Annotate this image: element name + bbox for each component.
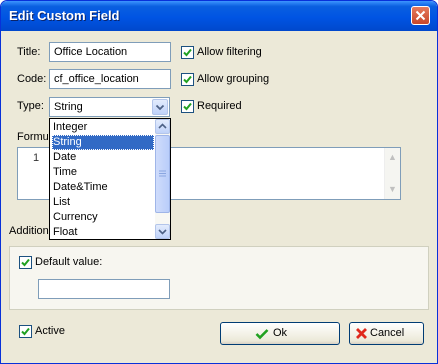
grip-icon — [159, 170, 166, 177]
cancel-button-label: Cancel — [370, 327, 405, 339]
type-select-dropdown-button[interactable] — [152, 99, 168, 115]
allow-grouping-label: Allow grouping — [197, 73, 270, 85]
cancel-button[interactable]: Cancel — [349, 322, 424, 345]
formula-label: Formul — [17, 131, 52, 143]
dropdown-scroll-thumb[interactable] — [155, 135, 170, 213]
scroll-up-arrow-icon[interactable]: ▲ — [385, 149, 400, 166]
type-dropdown-scrollbar[interactable] — [155, 119, 170, 239]
checkmark-icon — [255, 329, 269, 340]
type-option-date[interactable]: Date — [52, 150, 154, 165]
type-option-list[interactable]: List — [52, 195, 154, 210]
dropdown-scroll-up-button[interactable] — [155, 119, 170, 134]
title-label: Title: — [17, 46, 41, 58]
type-select-value: String — [54, 101, 83, 113]
active-checkbox[interactable] — [19, 325, 32, 338]
edit-custom-field-dialog: Edit Custom Field Title: Office Location… — [0, 0, 438, 364]
allow-filtering-checkbox[interactable] — [181, 46, 194, 59]
type-dropdown-list[interactable]: Integer String Date Time Date&Time List … — [49, 118, 171, 240]
type-option-currency[interactable]: Currency — [52, 210, 154, 225]
checkmark-icon — [183, 102, 192, 111]
checkmark-icon — [183, 48, 192, 57]
type-option-string[interactable]: String — [52, 135, 154, 150]
title-bar[interactable]: Edit Custom Field — [1, 1, 437, 31]
required-checkbox[interactable] — [181, 100, 194, 113]
chevron-down-icon — [155, 104, 165, 111]
close-button[interactable] — [411, 6, 430, 25]
type-option-time[interactable]: Time — [52, 165, 154, 180]
type-option-integer[interactable]: Integer — [52, 120, 154, 135]
code-label: Code: — [17, 73, 47, 85]
active-label: Active — [35, 325, 65, 337]
type-select[interactable]: String — [49, 97, 170, 117]
type-option-float[interactable]: Float — [52, 225, 154, 240]
type-option-date-time[interactable]: Date&Time — [52, 180, 154, 195]
required-label: Required — [197, 100, 242, 112]
ok-button[interactable]: Ok — [220, 322, 340, 345]
ok-button-label: Ok — [273, 327, 288, 339]
allow-filtering-label: Allow filtering — [197, 46, 262, 58]
default-value-input[interactable] — [38, 279, 170, 299]
chevron-up-icon — [158, 123, 167, 129]
close-icon — [415, 10, 426, 21]
default-value-label: Default value: — [35, 256, 103, 268]
cancel-x-icon — [356, 328, 367, 339]
chevron-down-icon — [158, 229, 167, 235]
additional-section-label: Addition — [9, 225, 49, 237]
code-input[interactable]: cf_office_location — [49, 69, 171, 89]
formula-line-number: 1 — [33, 152, 40, 164]
allow-grouping-checkbox[interactable] — [181, 73, 194, 86]
additional-group-box: Default value: — [9, 246, 429, 310]
checkmark-icon — [21, 327, 30, 336]
default-value-checkbox[interactable] — [19, 256, 32, 269]
title-input[interactable]: Office Location — [49, 42, 171, 62]
type-label: Type: — [17, 100, 44, 112]
scroll-down-arrow-icon[interactable]: ▼ — [385, 181, 400, 198]
dropdown-scroll-down-button[interactable] — [155, 224, 170, 239]
window-title: Edit Custom Field — [9, 8, 120, 23]
checkmark-icon — [183, 75, 192, 84]
formula-scrollbar[interactable]: ▲ ▼ — [384, 148, 400, 199]
checkmark-icon — [21, 258, 30, 267]
